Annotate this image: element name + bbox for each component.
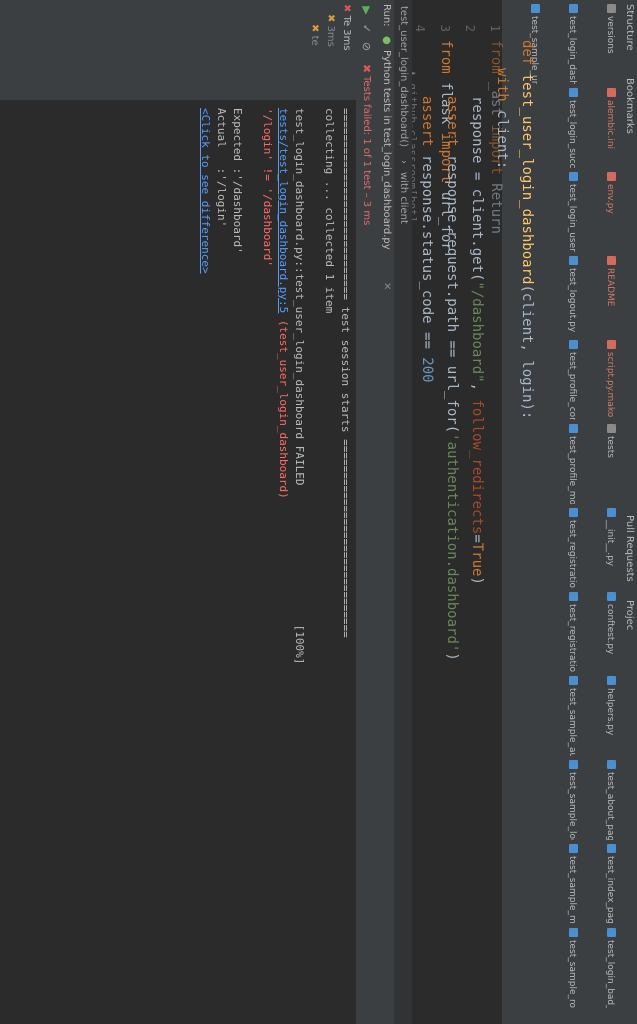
- ide-window: Structure Bookmarks Pull Requests Projec…: [0, 0, 637, 1024]
- console-line: collecting ... collected 1 item: [323, 108, 336, 314]
- fail-status-icon: ✖: [360, 63, 373, 74]
- rerun-icon[interactable]: ▶: [360, 4, 373, 17]
- code-line-10: assert response.status_code == 200: [419, 96, 435, 383]
- console-line-failed: test_login_dashboard.py::test_user_login…: [293, 108, 306, 665]
- check-icon[interactable]: ✓: [360, 22, 373, 35]
- fail-icon: ✖: [325, 14, 336, 26]
- console-line-location: tests/test_login_dashboard.py:5 (test_us…: [277, 108, 290, 499]
- code-line-7: with client:: [494, 68, 510, 170]
- cancel-icon[interactable]: ⊘: [360, 40, 373, 53]
- test-tree-item-root[interactable]: ✖ Te 3ms: [341, 4, 352, 51]
- console-line-assert: '/login' != '/dashboard': [261, 108, 274, 267]
- console-line-expected: Expected :'/dashboard': [231, 108, 244, 254]
- code-line-6: def test_user_login_dashboard(client, lo…: [519, 40, 535, 420]
- run-controls: [376, 0, 394, 100]
- run-header: Run: ● Python tests in test_login_dashbo…: [376, 0, 394, 1024]
- test-tree-item[interactable]: ✖ te: [309, 24, 320, 46]
- breadcrumb-context[interactable]: with client: [398, 172, 409, 224]
- fail-icon: ✖: [341, 4, 352, 16]
- run-console[interactable]: ============================= test sessi…: [0, 100, 356, 1024]
- close-tab-icon[interactable]: ✕: [381, 282, 392, 290]
- test-results-tree: ✖ Te 3ms ✖ 3ms ✖ te: [0, 0, 356, 100]
- test-tree-item[interactable]: ✖ 3ms: [325, 14, 336, 47]
- code-line-8: response = client.get("/dashboard", foll…: [469, 96, 485, 585]
- console-line: ============================= test sessi…: [339, 108, 352, 638]
- test-status-text: Tests failed: 1 of 1 test – 3 ms: [361, 76, 372, 226]
- breadcrumb: test_user_login_dashboard() › with clien…: [393, 0, 412, 1024]
- see-difference-link[interactable]: <Click to see difference>: [199, 108, 212, 274]
- source-link[interactable]: tests/test_login_dashboard.py:5: [277, 108, 290, 313]
- code-line-9: assert response.request.path == url_for(…: [444, 96, 460, 661]
- breadcrumb-function[interactable]: test_user_login_dashboard(): [398, 6, 409, 147]
- run-toolbar: ▶ ✓ ⊘ ✖ Tests failed: 1 of 1 test – 3 ms: [355, 0, 376, 1024]
- breadcrumb-separator: ›: [398, 160, 409, 164]
- console-line-actual: Actual :'/login': [215, 108, 228, 228]
- fail-icon: ✖: [309, 24, 320, 36]
- code-editor-body: def test_user_login_dashboard(client, lo…: [412, 0, 637, 1024]
